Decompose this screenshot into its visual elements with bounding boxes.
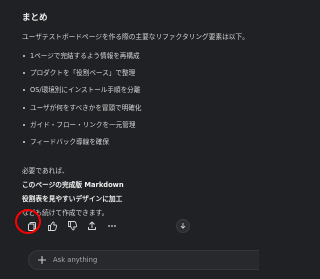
share-icon[interactable] [86,220,98,232]
summary-heading: まとめ [22,13,48,23]
closing-message: 必要であれば、 このページの完成版 Markdown 役割表を見やすいデザインに… [22,166,254,218]
thumbs-up-icon[interactable] [46,220,58,232]
list-item: プロダクトを「役割ベース」で整理 [23,68,254,78]
composer-bar [28,250,259,270]
plus-icon[interactable] [37,255,47,265]
message-actions [22,219,232,233]
thumbs-down-icon[interactable] [66,220,78,232]
list-item: ガイド・フロー・リンクを一元管理 [23,120,254,130]
arrow-down-icon[interactable] [176,219,190,233]
closing-line-1: 必要であれば、 [22,166,69,175]
closing-line-4: なども続けて作成できます。 [22,208,109,217]
copy-icon[interactable] [26,220,38,232]
summary-intro: ユーザテストボードページを作る際の主要なリファクタリング要素は以下。 [22,33,249,41]
assistant-message: まとめ ユーザテストボードページを作る際の主要なリファクタリング要素は以下。 1… [22,12,254,222]
more-icon[interactable] [106,220,118,232]
list-item: フィードバック導線を確保 [23,137,254,147]
list-item: 1ページで完結するよう情報を再構成 [23,51,254,61]
list-item: ユーザが何をすべきかを冒頭で明確化 [23,103,254,113]
closing-line-3: 役割表を見やすいデザインに加工 [22,194,123,203]
closing-line-2: このページの完成版 Markdown [22,180,124,189]
summary-list: 1ページで完結するよう情報を再構成 プロダクトを「役割ベース」で整理 OS/環境… [22,51,254,147]
chat-window: まとめ ユーザテストボードページを作る際の主要なリファクタリング要素は以下。 1… [0,0,259,279]
list-item: OS/環境別にインストール手順を分離 [23,85,254,95]
chat-input[interactable] [53,253,243,267]
